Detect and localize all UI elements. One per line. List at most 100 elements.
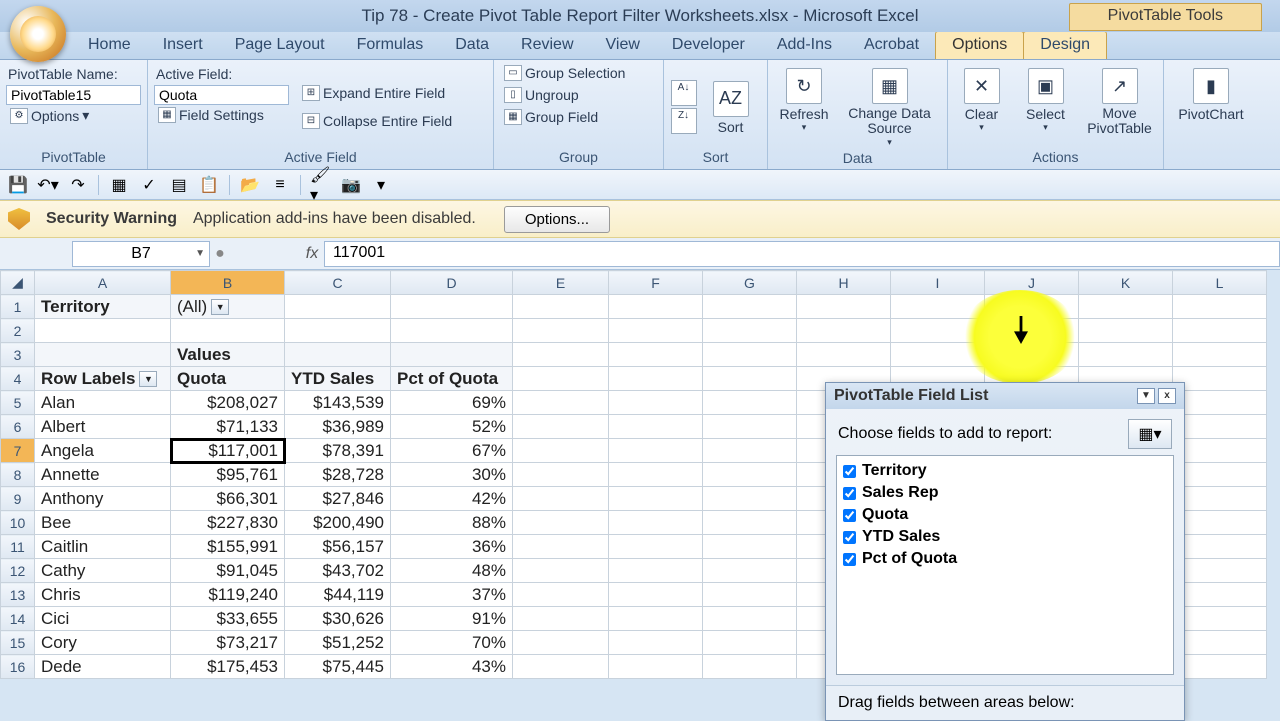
data-cell[interactable]: Albert xyxy=(35,415,171,439)
row-header[interactable]: 7 xyxy=(1,439,35,463)
data-cell[interactable]: $51,252 xyxy=(285,631,391,655)
data-cell[interactable]: $30,626 xyxy=(285,607,391,631)
data-cell[interactable]: 48% xyxy=(391,559,513,583)
sort-desc-icon[interactable]: Z↓ xyxy=(671,108,697,134)
data-cell[interactable]: 37% xyxy=(391,583,513,607)
row-header[interactable]: 6 xyxy=(1,415,35,439)
field-checkbox[interactable]: YTD Sales xyxy=(841,526,1169,548)
field-checkbox[interactable]: Pct of Quota xyxy=(841,548,1169,570)
data-cell[interactable]: $56,157 xyxy=(285,535,391,559)
filter-dropdown-icon[interactable]: ▼ xyxy=(211,299,229,315)
name-box[interactable]: B7▼ xyxy=(72,241,210,267)
row-header[interactable]: 10 xyxy=(1,511,35,535)
qat-more[interactable]: ▾ xyxy=(369,174,393,196)
data-cell[interactable]: $200,490 xyxy=(285,511,391,535)
selected-cell[interactable]: $117,001 xyxy=(171,439,285,463)
office-button[interactable] xyxy=(10,6,66,62)
col-header-K[interactable]: K xyxy=(1079,271,1173,295)
tab-design[interactable]: Design xyxy=(1023,31,1107,59)
data-cell[interactable]: 91% xyxy=(391,607,513,631)
data-cell[interactable]: $75,445 xyxy=(285,655,391,679)
pct-header[interactable]: Pct of Quota xyxy=(391,367,513,391)
save-icon[interactable]: 💾 xyxy=(6,174,30,196)
group-field-button[interactable]: ▦Group Field xyxy=(500,108,657,126)
data-cell[interactable]: 69% xyxy=(391,391,513,415)
row-header[interactable]: 14 xyxy=(1,607,35,631)
row-header[interactable]: 12 xyxy=(1,559,35,583)
tab-insert[interactable]: Insert xyxy=(147,32,219,59)
col-header-D[interactable]: D xyxy=(391,271,513,295)
row-header[interactable]: 11 xyxy=(1,535,35,559)
row-header[interactable]: 4 xyxy=(1,367,35,391)
col-header-J[interactable]: J xyxy=(985,271,1079,295)
data-cell[interactable]: $155,991 xyxy=(171,535,285,559)
filter-field[interactable]: Territory xyxy=(35,295,171,319)
row-header[interactable]: 9 xyxy=(1,487,35,511)
expand-field-button[interactable]: ⊞Expand Entire Field xyxy=(298,84,456,102)
col-header-H[interactable]: H xyxy=(797,271,891,295)
data-cell[interactable]: Cathy xyxy=(35,559,171,583)
tab-page-layout[interactable]: Page Layout xyxy=(219,32,341,59)
qat-icon-7[interactable]: 🖌▾ xyxy=(309,174,333,196)
clear-button[interactable]: ✕Clear▾ xyxy=(952,64,1012,149)
tab-acrobat[interactable]: Acrobat xyxy=(848,32,935,59)
move-pivottable-button[interactable]: ↗Move PivotTable xyxy=(1080,64,1160,149)
ytd-header[interactable]: YTD Sales xyxy=(285,367,391,391)
sort-asc-icon[interactable]: A↓ xyxy=(671,80,697,106)
col-header-A[interactable]: A xyxy=(35,271,171,295)
data-cell[interactable]: 67% xyxy=(391,439,513,463)
col-header-F[interactable]: F xyxy=(609,271,703,295)
data-cell[interactable]: Alan xyxy=(35,391,171,415)
qat-icon-1[interactable]: ▦ xyxy=(107,174,131,196)
data-cell[interactable]: Chris xyxy=(35,583,171,607)
select-all-corner[interactable]: ◢ xyxy=(1,271,35,295)
qat-icon-8[interactable]: 📷 xyxy=(339,174,363,196)
tab-developer[interactable]: Developer xyxy=(656,32,761,59)
data-cell[interactable]: $119,240 xyxy=(171,583,285,607)
qat-icon-3[interactable]: ▤ xyxy=(167,174,191,196)
field-list-titlebar[interactable]: PivotTable Field List ▼ x xyxy=(826,383,1184,409)
pivottable-name-input[interactable] xyxy=(6,85,141,105)
row-header[interactable]: 13 xyxy=(1,583,35,607)
data-cell[interactable]: $143,539 xyxy=(285,391,391,415)
close-icon[interactable]: x xyxy=(1158,388,1176,404)
data-cell[interactable]: 30% xyxy=(391,463,513,487)
qat-icon-5[interactable]: 📂 xyxy=(238,174,262,196)
col-header-L[interactable]: L xyxy=(1173,271,1267,295)
field-list-layout-button[interactable]: ▦▾ xyxy=(1128,419,1172,449)
data-cell[interactable]: Bee xyxy=(35,511,171,535)
formula-input[interactable]: 117001 xyxy=(324,241,1280,267)
data-cell[interactable]: Cici xyxy=(35,607,171,631)
data-cell[interactable]: $78,391 xyxy=(285,439,391,463)
col-header-I[interactable]: I xyxy=(891,271,985,295)
collapse-field-button[interactable]: ⊟Collapse Entire Field xyxy=(298,112,456,130)
row-header[interactable]: 15 xyxy=(1,631,35,655)
tab-data[interactable]: Data xyxy=(439,32,505,59)
data-cell[interactable]: $175,453 xyxy=(171,655,285,679)
undo-icon[interactable]: ↶▾ xyxy=(36,174,60,196)
cancel-icon[interactable]: ● xyxy=(210,245,230,263)
data-cell[interactable]: Caitlin xyxy=(35,535,171,559)
field-checkbox[interactable]: Quota xyxy=(841,504,1169,526)
data-cell[interactable]: 52% xyxy=(391,415,513,439)
row-header[interactable]: 5 xyxy=(1,391,35,415)
tab-home[interactable]: Home xyxy=(72,32,147,59)
col-header-B[interactable]: B xyxy=(171,271,285,295)
data-cell[interactable]: Anthony xyxy=(35,487,171,511)
data-cell[interactable]: Cory xyxy=(35,631,171,655)
fx-icon[interactable]: fx xyxy=(300,245,324,263)
col-header-E[interactable]: E xyxy=(513,271,609,295)
row-header[interactable]: 3 xyxy=(1,343,35,367)
field-checkbox[interactable]: Territory xyxy=(841,460,1169,482)
data-cell[interactable]: 42% xyxy=(391,487,513,511)
field-checkbox[interactable]: Sales Rep xyxy=(841,482,1169,504)
refresh-button[interactable]: ↻Refresh▾ xyxy=(774,64,834,150)
row-header[interactable]: 16 xyxy=(1,655,35,679)
active-field-input[interactable] xyxy=(154,85,289,105)
tab-add-ins[interactable]: Add-Ins xyxy=(761,32,848,59)
change-data-source-button[interactable]: ▦Change Data Source▾ xyxy=(838,64,941,150)
data-cell[interactable]: $44,119 xyxy=(285,583,391,607)
rowlabels-dropdown-icon[interactable]: ▼ xyxy=(139,371,157,387)
data-cell[interactable]: $36,989 xyxy=(285,415,391,439)
data-cell[interactable]: $227,830 xyxy=(171,511,285,535)
